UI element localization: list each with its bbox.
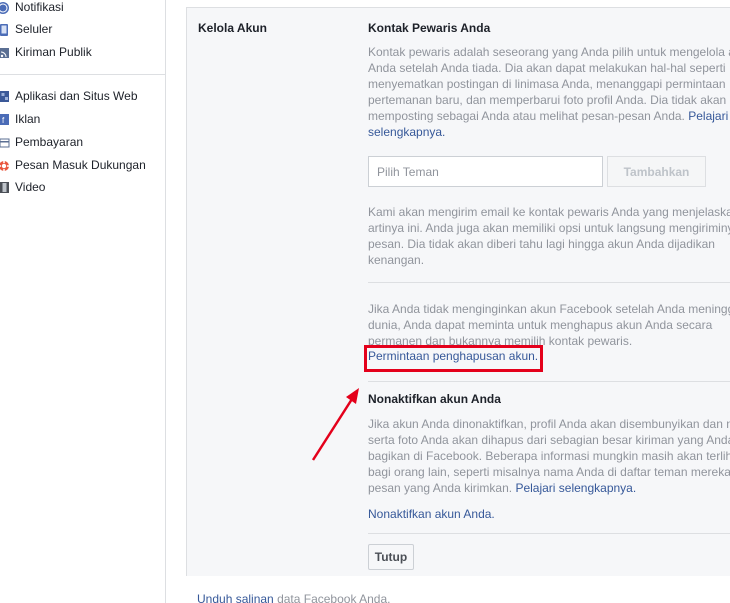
deactivate-link-line: Nonaktifkan akun Anda. — [368, 506, 730, 522]
sidebar-item-mobile[interactable]: Seluler — [0, 19, 52, 39]
sidebar-item-ads[interactable]: f Iklan — [0, 109, 40, 129]
delete-info-line: dunia, Anda dapat meminta untuk menghapu… — [368, 318, 713, 332]
sidebar-item-apps[interactable]: Aplikasi dan Situs Web — [0, 86, 138, 106]
film-icon — [0, 181, 10, 194]
legacy-intro-line: selengkapnya. — [368, 124, 730, 140]
sidebar-item-label: Kiriman Publik — [15, 45, 92, 59]
add-legacy-contact-button[interactable]: Tambahkan — [607, 156, 706, 187]
legacy-intro-line: memposting sebagai Anda atau melihat pes… — [368, 108, 730, 124]
sidebar-item-label: Notifikasi — [15, 0, 64, 14]
manage-account-panel: Kelola Akun Kontak Pewaris Anda Kontak p… — [186, 7, 730, 576]
learn-more-link-continued[interactable]: selengkapnya. — [368, 125, 445, 139]
lifebuoy-icon — [0, 159, 10, 172]
legacy-intro-line: Anda setelah Anda tiada. Dia akan dapat … — [368, 61, 726, 75]
globe-icon — [0, 1, 10, 14]
footer-text: data Facebook Anda. — [273, 592, 391, 603]
sidebar-item-label: Seluler — [15, 22, 53, 36]
choose-friend-input[interactable] — [368, 156, 603, 187]
legacy-contact-title: Kontak Pewaris Anda — [368, 21, 491, 35]
mobile-icon — [0, 23, 10, 36]
deactivate-info-line: bagi orang lain, seperti misalnya nama A… — [368, 465, 730, 479]
sidebar-item-payments[interactable]: Pembayaran — [0, 132, 83, 152]
card-icon — [0, 136, 10, 149]
section-label: Kelola Akun — [198, 21, 267, 35]
email-info-line: artinya ini. Anda juga akan memiliki ops… — [368, 221, 730, 235]
email-info-line: Kami akan mengirim email ke kontak pewar… — [368, 205, 730, 219]
deactivate-info-line: pesan yang Anda kirimkan. Pelajari selen… — [368, 480, 730, 496]
email-info-line: pesan. Dia tidak akan diberi tahu lagi h… — [368, 237, 715, 251]
legacy-intro-line: pertemanan baru, dan memperbarui foto pr… — [368, 93, 727, 107]
deactivate-info-line: Jika akun Anda dinonaktifkan, profil And… — [368, 417, 730, 431]
deactivate-info-line: serta foto Anda akan dihapus dari sebagi… — [368, 433, 730, 447]
deactivate-account-link[interactable]: Nonaktifkan akun Anda. — [368, 507, 495, 521]
sidebar-item-label: Pesan Masuk Dukungan — [15, 158, 146, 172]
close-button[interactable]: Tutup — [368, 544, 414, 570]
sidebar-item-support-inbox[interactable]: Pesan Masuk Dukungan — [0, 155, 146, 175]
learn-more-link[interactable]: Pelajari — [688, 109, 728, 123]
legacy-intro-line: menyematkan postingan di linimasa Anda, … — [368, 77, 726, 91]
ads-icon: f — [0, 113, 10, 126]
highlight-box — [364, 345, 543, 372]
sidebar-item-label: Pembayaran — [15, 135, 84, 149]
email-info-line: kenangan. — [368, 253, 425, 267]
section-divider — [368, 381, 730, 382]
rss-icon — [0, 46, 10, 59]
legacy-intro-line: Kontak pewaris adalah seseorang yang And… — [368, 45, 730, 59]
settings-sidebar: Notifikasi Seluler Kiriman Publik Aplika… — [0, 0, 166, 603]
deactivate-info-text: pesan yang Anda kirimkan. — [368, 481, 513, 495]
delete-info-line: Jika Anda tidak menginginkan akun Facebo… — [368, 302, 730, 316]
sidebar-item-videos[interactable]: Video — [0, 177, 45, 197]
legacy-intro-text: memposting sebagai Anda atau melihat pes… — [368, 109, 685, 123]
apps-icon — [0, 90, 10, 103]
deactivate-title: Nonaktifkan akun Anda — [368, 392, 501, 406]
sidebar-item-label: Video — [15, 180, 46, 194]
download-copy-footer: Unduh salinan data Facebook Anda. — [197, 592, 391, 603]
sidebar-item-label: Aplikasi dan Situs Web — [15, 89, 138, 103]
sidebar-divider — [0, 74, 166, 75]
sidebar-item-public-posts[interactable]: Kiriman Publik — [0, 42, 92, 62]
deactivate-info-line: bagikan di Facebook. Beberapa informasi … — [368, 449, 730, 463]
sidebar-item-label: Iklan — [15, 112, 41, 126]
section-divider — [368, 282, 730, 283]
sidebar-item-notifications[interactable]: Notifikasi — [0, 0, 64, 17]
section-divider — [368, 533, 730, 534]
download-copy-link[interactable]: Unduh salinan — [197, 592, 274, 603]
deactivate-learn-more-link[interactable]: Pelajari selengkapnya. — [515, 481, 636, 495]
